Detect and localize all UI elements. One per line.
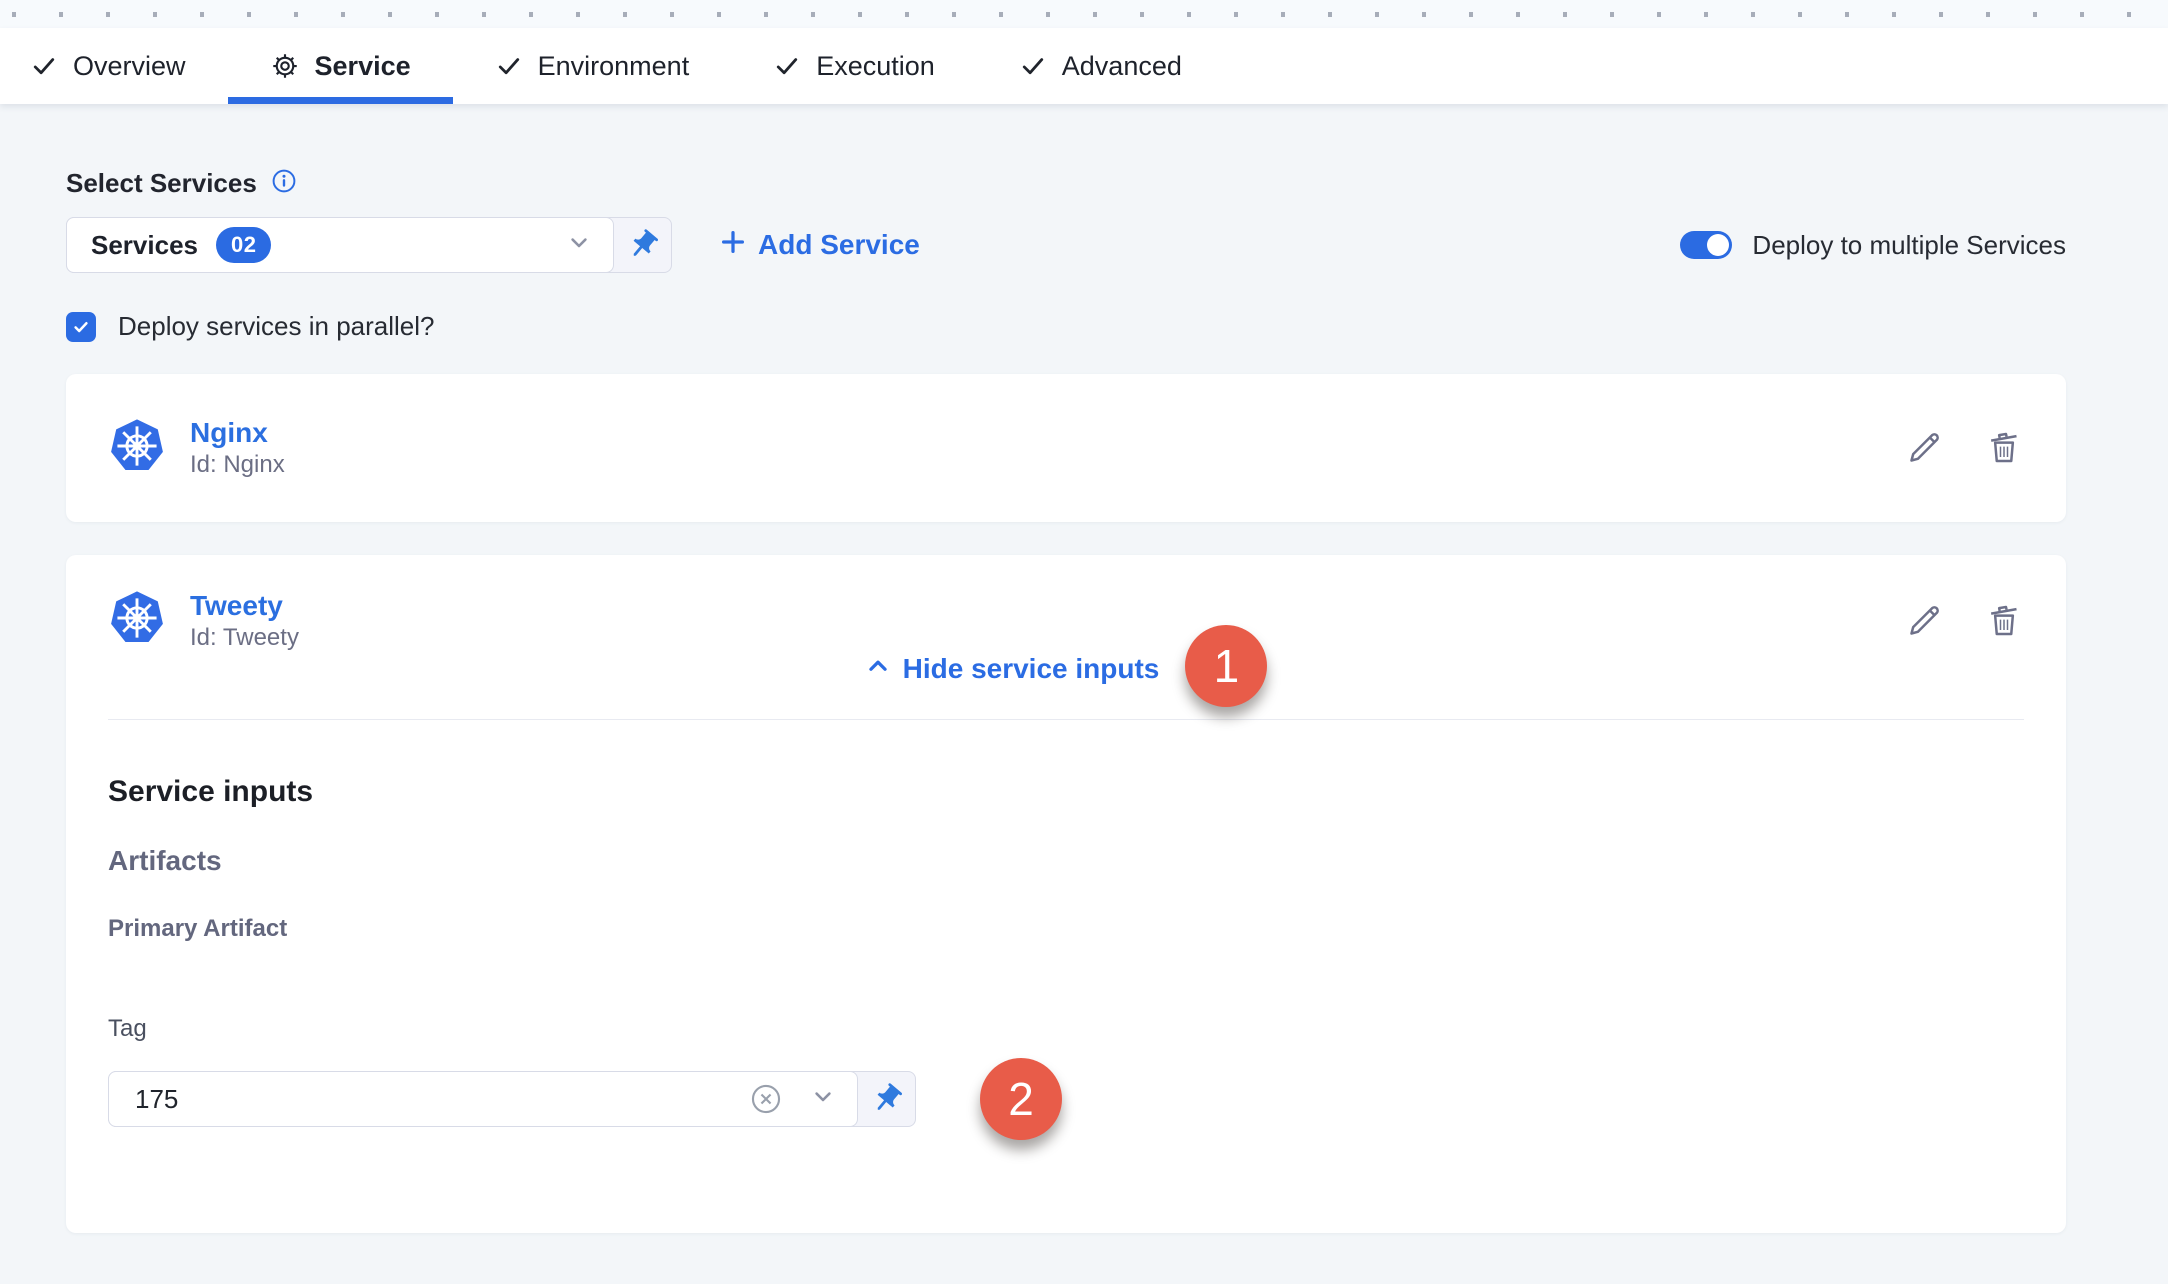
tab-label: Execution — [816, 51, 935, 82]
toggle-knob — [1707, 234, 1729, 256]
artifacts-title: Artifacts — [108, 844, 2024, 878]
services-dropdown-value: Services — [91, 230, 198, 261]
primary-artifact-title: Primary Artifact — [108, 914, 2024, 944]
service-card-tweety: Tweety Id: Tweety Hide service inputs 1 … — [66, 555, 2066, 1233]
service-card-nginx: Nginx Id: Nginx — [66, 374, 2066, 522]
check-icon — [773, 52, 801, 80]
hide-service-inputs-button[interactable]: Hide service inputs — [865, 653, 1160, 686]
card-divider — [108, 719, 2024, 720]
deploy-parallel-checkbox[interactable] — [66, 312, 96, 342]
tab-label: Advanced — [1062, 51, 1182, 82]
chevron-down-icon[interactable] — [809, 1083, 837, 1116]
trash-icon — [1984, 428, 2024, 468]
select-services-label: Select Services — [66, 168, 257, 199]
services-dropdown-field[interactable]: Services 02 — [66, 217, 614, 273]
add-service-label: Add Service — [758, 229, 920, 261]
tab-advanced[interactable]: Advanced — [977, 28, 1224, 104]
pin-icon[interactable] — [858, 1071, 916, 1127]
tab-service[interactable]: Service — [228, 28, 453, 104]
stage-connector-strip — [0, 0, 2168, 28]
pencil-icon — [1904, 428, 1944, 468]
annotation-badge-2: 2 — [980, 1058, 1062, 1140]
services-dropdown: Services 02 — [66, 217, 672, 273]
edit-service-button[interactable] — [1904, 428, 1944, 468]
service-inputs-title: Service inputs — [108, 774, 2024, 810]
tab-environment[interactable]: Environment — [453, 28, 732, 104]
chevron-down-icon[interactable] — [565, 229, 593, 262]
tag-label: Tag — [108, 1014, 2024, 1044]
service-name-link[interactable]: Nginx — [190, 417, 285, 449]
annotation-badge-1: 1 — [1185, 625, 1267, 707]
deploy-parallel-label: Deploy services in parallel? — [118, 311, 434, 342]
check-icon — [1019, 52, 1047, 80]
check-icon — [30, 52, 58, 80]
tab-label: Service — [315, 51, 411, 82]
deploy-multiple-label: Deploy to multiple Services — [1752, 230, 2066, 261]
service-id: Id: Nginx — [190, 451, 285, 479]
chevron-up-icon — [865, 653, 891, 686]
service-tab-content: Select Services Services 02 Add Service — [66, 168, 2066, 1233]
checkbox-check-icon — [71, 317, 91, 337]
pin-icon[interactable] — [614, 217, 672, 273]
service-name-link[interactable]: Tweety — [190, 590, 299, 622]
kubernetes-icon — [108, 417, 166, 480]
deploy-multiple-toggle[interactable] — [1680, 231, 1732, 259]
stage-tabbar: Overview Service Environment Execution A… — [0, 28, 2168, 104]
plus-icon — [718, 227, 748, 264]
clear-icon[interactable] — [749, 1082, 783, 1116]
check-icon — [495, 52, 523, 80]
services-count-badge: 02 — [216, 227, 271, 263]
info-icon[interactable] — [271, 168, 297, 199]
hide-service-inputs-label: Hide service inputs — [903, 653, 1160, 685]
tab-execution[interactable]: Execution — [731, 28, 977, 104]
tab-overview[interactable]: Overview — [30, 28, 228, 104]
tab-label: Overview — [73, 51, 186, 82]
tab-label: Environment — [538, 51, 690, 82]
tag-input[interactable] — [109, 1072, 727, 1126]
delete-service-button[interactable] — [1984, 428, 2024, 468]
gear-icon — [270, 51, 300, 81]
add-service-button[interactable]: Add Service — [718, 227, 920, 264]
tag-field-group — [108, 1071, 916, 1127]
